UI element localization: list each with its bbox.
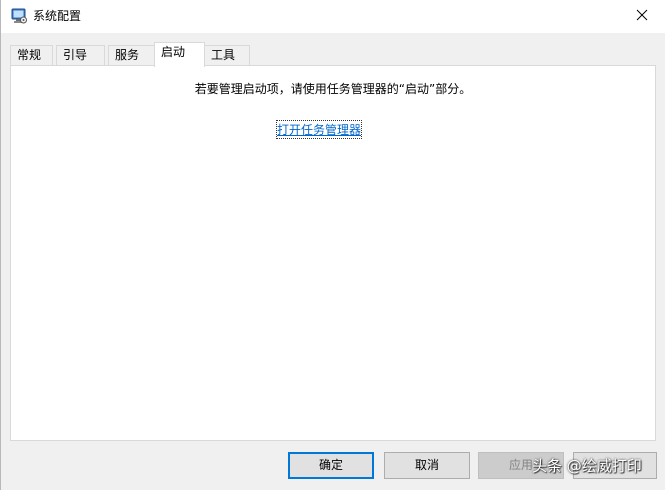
startup-message: 若要管理启动项，请使用任务管理器的“启动”部分。 bbox=[194, 82, 472, 96]
title-bar[interactable]: 系统配置 bbox=[1, 0, 665, 33]
tab-startup[interactable]: 启动 bbox=[154, 42, 205, 67]
apply-button[interactable]: 应用 bbox=[478, 452, 564, 479]
help-button[interactable] bbox=[573, 452, 657, 479]
system-config-window: 系统配置 常规 引导 服务 启动 工具 若要管理启动项，请使用任务管理器的“启动… bbox=[0, 0, 665, 490]
close-icon bbox=[636, 9, 648, 24]
close-button[interactable] bbox=[619, 0, 665, 33]
tab-general[interactable]: 常规 bbox=[10, 45, 53, 66]
tab-boot[interactable]: 引导 bbox=[56, 45, 105, 66]
system-config-icon bbox=[11, 8, 27, 24]
ok-button[interactable]: 确定 bbox=[288, 452, 374, 479]
startup-panel: 若要管理启动项，请使用任务管理器的“启动”部分。 打开任务管理器 bbox=[10, 65, 656, 441]
tab-services[interactable]: 服务 bbox=[108, 45, 155, 66]
cancel-button[interactable]: 取消 bbox=[384, 452, 470, 479]
tab-tools[interactable]: 工具 bbox=[204, 45, 250, 66]
window-title: 系统配置 bbox=[33, 9, 82, 23]
open-task-manager-link[interactable]: 打开任务管理器 bbox=[275, 120, 363, 139]
